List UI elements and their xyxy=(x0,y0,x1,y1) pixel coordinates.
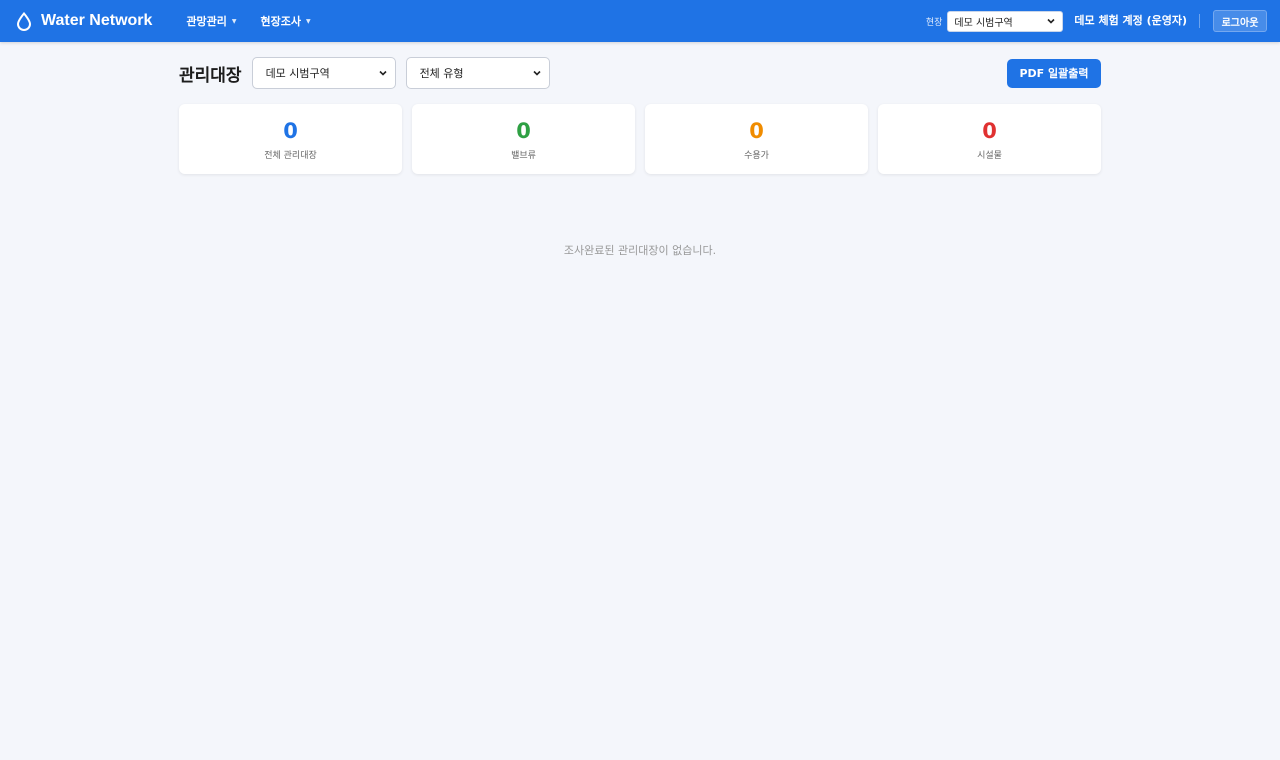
main-menu: 관망관리 ▼ 현장조사 ▼ xyxy=(186,13,334,29)
brand[interactable]: Water Network xyxy=(16,11,153,31)
user-name: 데모 체험 계정 (운영자) xyxy=(1074,14,1200,28)
stat-label: 수용가 xyxy=(744,151,769,161)
stat-label: 밸브류 xyxy=(511,151,536,161)
nav-item-label: 현장조사 xyxy=(260,15,302,28)
area-select[interactable]: 데모 시범구역 xyxy=(251,57,396,89)
caret-down-icon: ▼ xyxy=(231,17,237,25)
page-title: 관리대장 xyxy=(179,65,242,86)
stat-card-total: 0 전체 관리대장 xyxy=(179,104,402,174)
site-select[interactable]: 데모 시범구역 xyxy=(947,10,1064,32)
user-area: 현장 데모 시범구역 데모 체험 계정 (운영자) 로그아웃 xyxy=(926,0,1280,42)
nav-item-network-management[interactable]: 관망관리 ▼ xyxy=(186,13,236,29)
logout-button[interactable]: 로그아웃 xyxy=(1213,10,1267,32)
chevron-down-icon xyxy=(1047,18,1055,24)
caret-down-icon: ▼ xyxy=(306,17,311,25)
stats-row: 0 전체 관리대장 0 밸브류 0 수용가 0 시설물 xyxy=(179,104,1101,174)
site-select-value: 데모 시범구역 xyxy=(954,17,1013,29)
type-select[interactable]: 전체 유형 xyxy=(405,57,550,89)
empty-state-message: 조사완료된 관리대장이 없습니다. xyxy=(563,244,717,257)
area-select-value: 데모 시범구역 xyxy=(265,67,330,80)
chevron-down-icon xyxy=(378,70,387,76)
stat-value: 0 xyxy=(749,119,764,143)
site-label: 현장 xyxy=(925,17,943,28)
stat-card-facilities: 0 시설물 xyxy=(878,104,1101,174)
stat-card-valves: 0 밸브류 xyxy=(412,104,635,174)
type-select-value: 전체 유형 xyxy=(419,67,464,80)
stat-label: 시설물 xyxy=(977,151,1002,161)
stat-card-consumers: 0 수용가 xyxy=(645,104,868,174)
nav-item-field-survey[interactable]: 현장조사 ▼ xyxy=(261,13,311,29)
stat-value: 0 xyxy=(982,119,997,143)
stat-label: 전체 관리대장 xyxy=(264,151,317,161)
water-drop-icon xyxy=(16,11,32,31)
top-navbar: Water Network 관망관리 ▼ 현장조사 ▼ 현장 데모 시범구역 데… xyxy=(0,0,1280,42)
stat-value: 0 xyxy=(516,119,531,143)
page-toolbar: 관리대장 데모 시범구역 전체 유형 PDF 일괄출력 xyxy=(179,57,1101,89)
brand-name: Water Network xyxy=(41,12,153,29)
nav-item-label: 관망관리 xyxy=(186,15,227,28)
pdf-export-button[interactable]: PDF 일괄출력 xyxy=(1007,58,1101,88)
chevron-down-icon xyxy=(532,70,541,76)
stat-value: 0 xyxy=(283,119,298,143)
